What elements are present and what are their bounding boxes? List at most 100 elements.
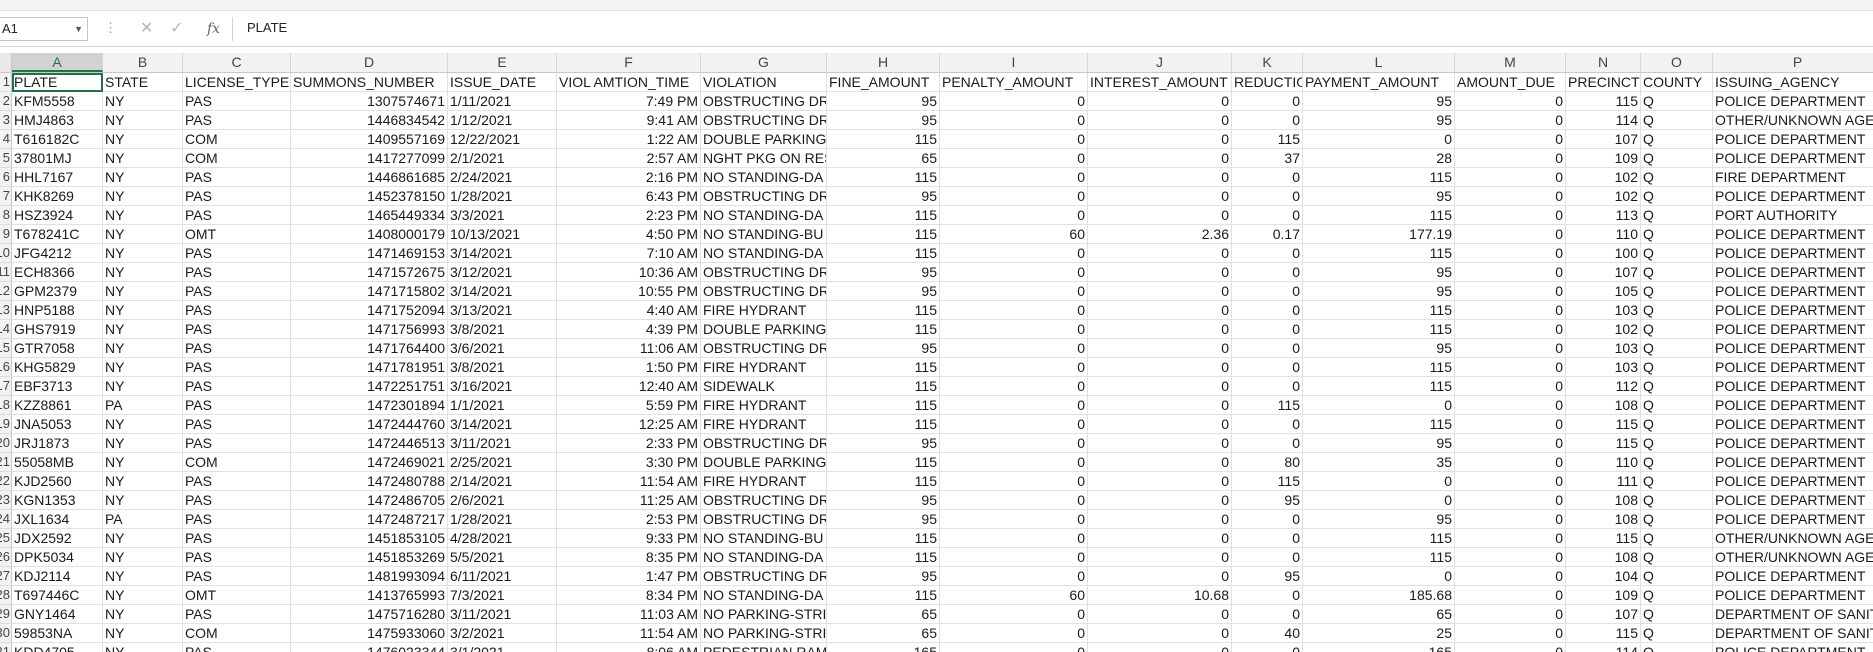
table-cell[interactable]: 109 <box>1566 586 1641 605</box>
table-cell[interactable]: COM <box>183 624 291 643</box>
table-cell[interactable]: 95 <box>827 111 940 130</box>
table-cell[interactable]: 95 <box>827 187 940 206</box>
table-cell[interactable]: 1471572675 <box>291 263 448 282</box>
table-cell[interactable]: 0 <box>1088 206 1232 225</box>
row-number[interactable]: 30 <box>0 624 12 643</box>
table-cell[interactable]: 0 <box>1232 605 1303 624</box>
table-cell[interactable]: 0 <box>1455 244 1566 263</box>
table-cell[interactable]: POLICE DEPARTMENT <box>1713 282 1873 301</box>
table-cell[interactable]: 3/3/2021 <box>448 206 557 225</box>
table-cell[interactable]: Q <box>1641 225 1713 244</box>
table-cell[interactable]: NY <box>103 434 183 453</box>
table-cell[interactable]: NO STANDING-DA <box>701 548 827 567</box>
table-cell[interactable]: 65 <box>827 624 940 643</box>
table-cell[interactable]: NO STANDING-BU <box>701 529 827 548</box>
table-cell[interactable]: NO PARKING-STRI <box>701 624 827 643</box>
table-cell[interactable]: 0 <box>1303 130 1455 149</box>
row-number[interactable]: 25 <box>0 529 12 548</box>
column-header-m[interactable]: M <box>1455 53 1566 72</box>
table-cell[interactable]: 0 <box>1088 149 1232 168</box>
table-cell[interactable]: 0 <box>1088 187 1232 206</box>
table-cell[interactable]: 0 <box>1232 244 1303 263</box>
table-cell[interactable]: Q <box>1641 643 1713 652</box>
name-box-dropdown-icon[interactable]: ▼ <box>74 18 83 40</box>
table-cell[interactable]: Q <box>1641 377 1713 396</box>
table-cell[interactable]: 0 <box>1455 282 1566 301</box>
table-cell[interactable]: 115 <box>1303 377 1455 396</box>
table-cell[interactable]: 1409557169 <box>291 130 448 149</box>
table-cell[interactable]: 11:54 AM <box>557 472 701 491</box>
table-cell[interactable]: 1472251751 <box>291 377 448 396</box>
table-cell[interactable]: 10:36 AM <box>557 263 701 282</box>
table-cell[interactable]: PAS <box>183 510 291 529</box>
table-cell[interactable]: 0 <box>1455 396 1566 415</box>
table-cell[interactable]: 107 <box>1566 263 1641 282</box>
table-cell[interactable]: 0 <box>1088 320 1232 339</box>
table-cell[interactable]: 3/12/2021 <box>448 263 557 282</box>
table-cell[interactable]: 0 <box>1232 187 1303 206</box>
table-cell[interactable]: 1452378150 <box>291 187 448 206</box>
column-header-o[interactable]: O <box>1641 53 1713 72</box>
table-cell[interactable]: POLICE DEPARTMENT <box>1713 187 1873 206</box>
table-cell[interactable]: NGHT PKG ON RES <box>701 149 827 168</box>
row-number[interactable]: 29 <box>0 605 12 624</box>
table-cell[interactable]: NY <box>103 339 183 358</box>
header-cell[interactable]: VIOLATION <box>701 73 827 92</box>
table-cell[interactable]: 0 <box>940 643 1088 652</box>
table-cell[interactable]: 0 <box>940 510 1088 529</box>
table-cell[interactable]: 0 <box>1455 586 1566 605</box>
table-cell[interactable]: 1408000179 <box>291 225 448 244</box>
table-cell[interactable]: OTHER/UNKNOWN AGE <box>1713 548 1873 567</box>
table-cell[interactable]: 0 <box>1455 301 1566 320</box>
table-cell[interactable]: 115 <box>1303 244 1455 263</box>
table-cell[interactable]: NY <box>103 225 183 244</box>
table-cell[interactable]: 0 <box>1088 301 1232 320</box>
table-cell[interactable]: KHK8269 <box>12 187 103 206</box>
table-cell[interactable]: NY <box>103 187 183 206</box>
table-cell[interactable]: 115 <box>1566 415 1641 434</box>
table-cell[interactable]: 108 <box>1566 491 1641 510</box>
table-cell[interactable]: 0 <box>940 339 1088 358</box>
table-cell[interactable]: 0 <box>1455 92 1566 111</box>
row-number[interactable]: 4 <box>0 130 12 149</box>
table-cell[interactable]: 0 <box>1088 548 1232 567</box>
table-cell[interactable]: 7:10 AM <box>557 244 701 263</box>
table-cell[interactable]: NY <box>103 130 183 149</box>
table-cell[interactable]: 102 <box>1566 168 1641 187</box>
table-cell[interactable]: GNY1464 <box>12 605 103 624</box>
table-cell[interactable]: OBSTRUCTING DRI <box>701 491 827 510</box>
table-cell[interactable]: 12/22/2021 <box>448 130 557 149</box>
row-number[interactable]: 7 <box>0 187 12 206</box>
table-cell[interactable]: Q <box>1641 415 1713 434</box>
table-cell[interactable]: 0 <box>1455 168 1566 187</box>
table-cell[interactable]: 0 <box>1455 624 1566 643</box>
table-cell[interactable]: JDX2592 <box>12 529 103 548</box>
table-cell[interactable]: NO STANDING-DA <box>701 206 827 225</box>
table-cell[interactable]: 115 <box>1303 320 1455 339</box>
table-cell[interactable]: 8:34 PM <box>557 586 701 605</box>
table-cell[interactable]: Q <box>1641 548 1713 567</box>
row-number[interactable]: 27 <box>0 567 12 586</box>
table-cell[interactable]: 95 <box>827 567 940 586</box>
table-cell[interactable]: 95 <box>827 339 940 358</box>
table-cell[interactable]: PAS <box>183 282 291 301</box>
table-cell[interactable]: COM <box>183 130 291 149</box>
table-cell[interactable]: 1446861685 <box>291 168 448 187</box>
table-cell[interactable]: 0 <box>1088 111 1232 130</box>
table-cell[interactable]: 1413765993 <box>291 586 448 605</box>
table-cell[interactable]: 0 <box>1088 529 1232 548</box>
table-cell[interactable]: 11:54 AM <box>557 624 701 643</box>
table-cell[interactable]: 3/13/2021 <box>448 301 557 320</box>
table-cell[interactable]: PAS <box>183 643 291 652</box>
table-cell[interactable]: 9:33 PM <box>557 529 701 548</box>
table-cell[interactable]: 1472487217 <box>291 510 448 529</box>
table-cell[interactable]: 0 <box>940 301 1088 320</box>
table-cell[interactable]: NO STANDING-DA <box>701 586 827 605</box>
table-cell[interactable]: 40 <box>1232 624 1303 643</box>
header-cell[interactable]: COUNTY <box>1641 73 1713 92</box>
table-cell[interactable]: GTR7058 <box>12 339 103 358</box>
table-cell[interactable]: NY <box>103 643 183 652</box>
table-cell[interactable]: NY <box>103 548 183 567</box>
table-cell[interactable]: 0 <box>940 320 1088 339</box>
table-cell[interactable]: Q <box>1641 396 1713 415</box>
